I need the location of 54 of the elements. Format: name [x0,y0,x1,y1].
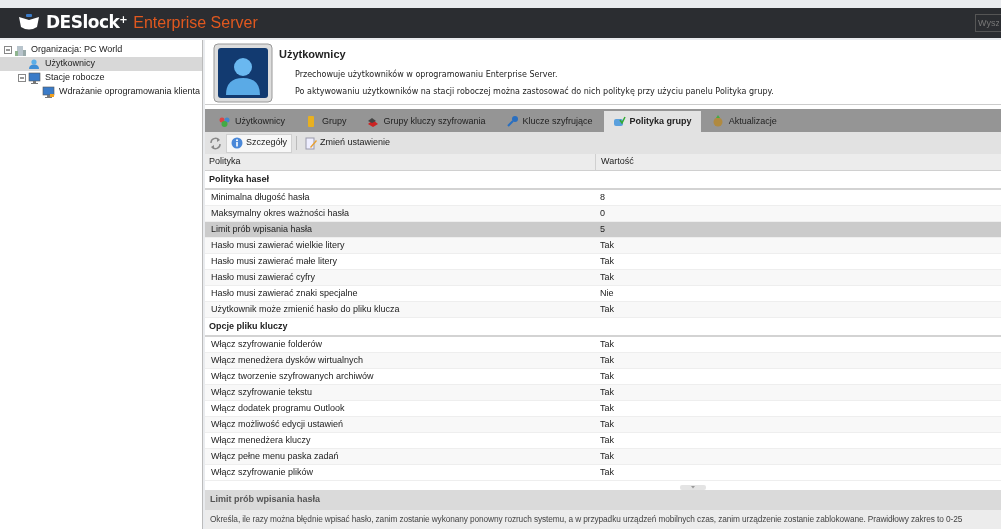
detail-title: Limit prób wpisania hasła [205,490,1001,510]
collapse-icon[interactable] [4,46,12,54]
table-row[interactable]: Użytkownik może zmienić hasło do pliku klucza Tak [205,302,1001,318]
detail-description: Określa, ile razy można błędnie wpisać hasło, zanim zostanie wykonany ponowny rozruch systemu, a w przypadku urządzeń mobilnych czas, zanim urządzenie zostanie zablokowane. Prawidłowy zakres to 0-25 [205,510,1001,529]
tree-item[interactable]: Użytkownicy [0,57,202,71]
description-text: Po aktywowaniu użytkowników na stacji roboczej można zastosować do nich politykę przy użyciu panelu Polityka grupy. [295,85,774,98]
table-row[interactable]: Włącz możliwość edycji ustawień Tak [205,417,1001,433]
table-row[interactable]: Włącz menedżera kluczy Tak [205,433,1001,449]
policy-icon [612,115,626,128]
product-name: Enterprise Server [133,13,258,33]
section-title: Użytkownicy [279,47,347,62]
shield-logo-icon [18,14,40,32]
user-avatar-icon [213,43,273,103]
splitter-handle-icon [680,485,706,490]
table-row[interactable]: Włącz szyfrowanie tekstu Tak [205,385,1001,401]
edit-setting-button[interactable]: Zmień ustawienie [301,133,395,153]
refresh-icon[interactable] [209,136,222,150]
tab[interactable]: Polityka grupy [603,111,701,132]
tree-item[interactable]: Organizacja: PC World [4,43,202,57]
details-button[interactable]: Szczegóły [226,133,293,153]
table-row[interactable]: Włącz menedżera dysków wirtualnych Tak [205,353,1001,369]
table-row[interactable]: Maksymalny okres ważności hasła 0 [205,206,1001,222]
table-row[interactable]: Włącz szyfrowanie plików Tak [205,465,1001,481]
table-row[interactable]: Minimalna długość hasła 8 [205,190,1001,206]
table-row[interactable]: Limit prób wpisania hasła 5 [205,222,1001,238]
users-icon [218,115,231,128]
table-row[interactable]: Hasło musi zawierać wielkie litery Tak [205,238,1001,254]
monitor-icon [28,71,41,85]
column-header: Polityka [208,155,242,169]
tab[interactable]: Użytkownicy [209,111,294,132]
key-icon [505,115,519,128]
table-row[interactable]: Hasło musi zawierać znaki specjalne Nie [205,286,1001,302]
tab[interactable]: Grupy kluczy szyfrowania [357,111,495,132]
search-field[interactable]: Wysz [975,14,1001,32]
table-row[interactable]: Włącz szyfrowanie folderów Tak [205,337,1001,353]
table-row[interactable]: Hasło musi zawierać małe litery Tak [205,254,1001,270]
user-icon [28,57,41,71]
tab[interactable]: Aktualizacje [702,111,786,132]
description-text: Przechowuje użytkowników w oprogramowaniu Enterprise Server. [295,68,559,81]
tree-item[interactable]: Stacje robocze [4,71,202,85]
table-row[interactable]: Włącz dodatek programu Outlook Tak [205,401,1001,417]
table-row[interactable]: Włącz tworzenie szyfrowanych archiwów Tak [205,369,1001,385]
tree-item[interactable]: Wdrażanie oprogramowania klienta [4,85,202,99]
column-header: Wartość [595,154,1001,170]
table-row[interactable]: Włącz pełne menu paska zadań Tak [205,449,1001,465]
edit-icon [305,136,318,150]
brand-name: DESlock$^{+}$ [46,11,128,35]
tab[interactable]: Klucze szyfrujące [496,111,602,132]
tab[interactable]: Grupy [296,111,356,132]
info-icon [231,137,243,149]
monitor-icon [42,85,55,99]
building-icon [14,43,27,57]
collapse-icon[interactable] [18,74,26,82]
table-row[interactable]: Hasło musi zawierać cyfry Tak [205,270,1001,286]
